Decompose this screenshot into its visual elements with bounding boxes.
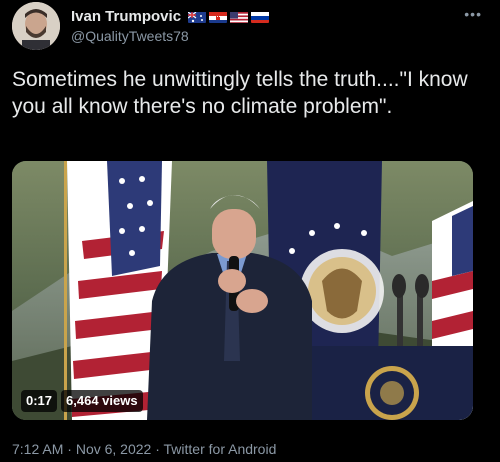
video-overlay: 0:17 6,464 views (21, 390, 143, 412)
tweet-date[interactable]: Nov 6, 2022 (76, 441, 152, 457)
separator: · (63, 441, 76, 457)
separator: · (151, 441, 164, 457)
video-duration: 0:17 (21, 390, 58, 412)
display-name-text[interactable]: Ivan Trumpovic (71, 8, 181, 25)
avatar[interactable] (12, 2, 60, 50)
usa-flag-icon (230, 11, 249, 23)
more-options-icon[interactable]: ••• (464, 6, 482, 22)
tweet-header: Ivan Trumpovic @QualityTweets78 ••• (12, 2, 488, 52)
tweet-time[interactable]: 7:12 AM (12, 441, 63, 457)
video-frame[interactable] (12, 161, 473, 420)
croatia-flag-icon (209, 11, 228, 23)
flag-emojis (188, 11, 270, 23)
video-player[interactable] (12, 161, 473, 420)
australia-flag-icon (188, 11, 207, 23)
tweet-meta: 7:12 AM · Nov 6, 2022 · Twitter for Andr… (12, 441, 276, 457)
tweet-source[interactable]: Twitter for Android (164, 441, 277, 457)
user-handle[interactable]: @QualityTweets78 (71, 28, 269, 44)
display-name[interactable]: Ivan Trumpovic (71, 8, 270, 25)
user-names: Ivan Trumpovic @QualityTweets78 (71, 8, 270, 44)
tweet-text: Sometimes he unwittingly tells the truth… (12, 68, 468, 118)
russia-flag-icon (251, 11, 270, 23)
view-count: 6,464 views (61, 390, 143, 412)
